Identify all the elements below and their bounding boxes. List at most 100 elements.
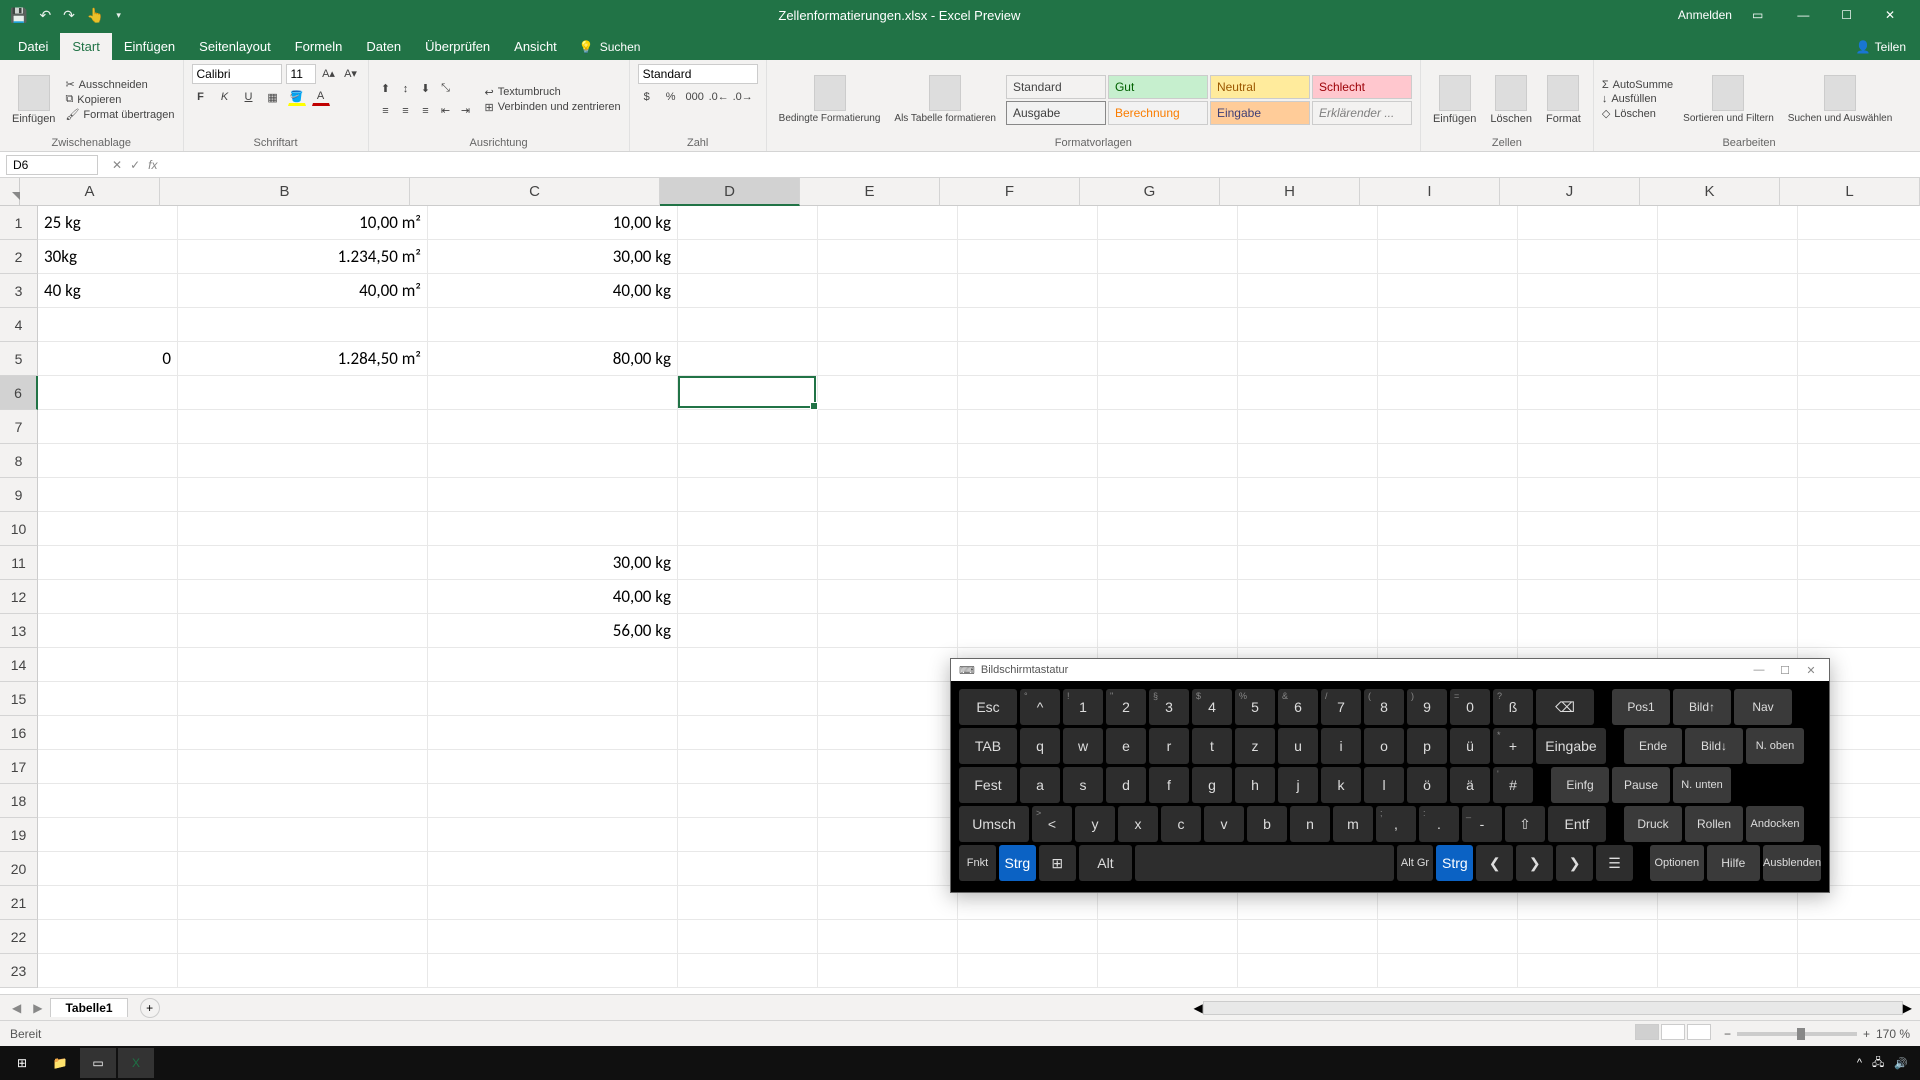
- cell[interactable]: [178, 716, 428, 750]
- page-break-view-icon[interactable]: [1687, 1024, 1711, 1040]
- cell[interactable]: [678, 954, 818, 988]
- osk-key[interactable]: Druck: [1624, 806, 1682, 842]
- cell[interactable]: [428, 682, 678, 716]
- osk-key[interactable]: ❮: [1476, 845, 1513, 881]
- zoom-slider[interactable]: [1737, 1032, 1857, 1036]
- osk-key[interactable]: ß?: [1493, 689, 1533, 725]
- ribbon-display-icon[interactable]: ▭: [1752, 8, 1763, 22]
- fx-icon[interactable]: fx: [148, 158, 157, 172]
- style-schlecht[interactable]: Schlecht: [1312, 75, 1412, 99]
- osk-maximize[interactable]: ☐: [1775, 664, 1795, 677]
- cell[interactable]: [958, 308, 1098, 342]
- zoom-level[interactable]: 170 %: [1876, 1027, 1910, 1041]
- column-header[interactable]: I: [1360, 178, 1500, 206]
- cell[interactable]: [678, 716, 818, 750]
- osk-key[interactable]: 2": [1106, 689, 1146, 725]
- cell[interactable]: [38, 444, 178, 478]
- osk-key[interactable]: ❯: [1556, 845, 1593, 881]
- copy-button[interactable]: ⧉Kopieren: [65, 93, 174, 106]
- cell[interactable]: [1798, 410, 1920, 444]
- row-header[interactable]: 22: [0, 920, 38, 954]
- cell[interactable]: [678, 410, 818, 444]
- sheet-tab[interactable]: Tabelle1: [50, 998, 127, 1017]
- cell[interactable]: [1378, 206, 1518, 240]
- bold-button[interactable]: F: [192, 88, 210, 106]
- osk-key[interactable]: q: [1020, 728, 1060, 764]
- column-header[interactable]: B: [160, 178, 410, 206]
- cell[interactable]: [818, 852, 958, 886]
- cell[interactable]: [818, 682, 958, 716]
- page-layout-view-icon[interactable]: [1661, 1024, 1685, 1040]
- osk-key[interactable]: c: [1161, 806, 1201, 842]
- osk-key[interactable]: Hilfe: [1707, 845, 1761, 881]
- tab-seitenlayout[interactable]: Seitenlayout: [187, 33, 283, 60]
- inc-decimal-icon[interactable]: .0←: [710, 88, 728, 106]
- comma-icon[interactable]: 000: [686, 88, 704, 106]
- cell[interactable]: [678, 920, 818, 954]
- cell[interactable]: [1798, 614, 1920, 648]
- row-header[interactable]: 10: [0, 512, 38, 546]
- cell[interactable]: [178, 886, 428, 920]
- cell[interactable]: [958, 512, 1098, 546]
- save-icon[interactable]: 💾: [10, 7, 27, 24]
- cell[interactable]: [38, 478, 178, 512]
- cell[interactable]: [1238, 444, 1378, 478]
- row-header[interactable]: 18: [0, 784, 38, 818]
- increase-font-icon[interactable]: A▴: [320, 64, 338, 82]
- style-gut[interactable]: Gut: [1108, 75, 1208, 99]
- osk-key[interactable]: <>: [1032, 806, 1072, 842]
- cell[interactable]: [1098, 240, 1238, 274]
- cell[interactable]: [818, 886, 958, 920]
- osk-key[interactable]: u: [1278, 728, 1318, 764]
- osk-key[interactable]: g: [1192, 767, 1232, 803]
- cell[interactable]: 40,00 kg: [428, 580, 678, 614]
- format-as-table-button[interactable]: Als Tabelle formatieren: [890, 73, 1000, 126]
- cell[interactable]: [1518, 512, 1658, 546]
- row-header[interactable]: 19: [0, 818, 38, 852]
- insert-cells-button[interactable]: Einfügen: [1429, 73, 1480, 127]
- osk-key[interactable]: d: [1106, 767, 1146, 803]
- cell[interactable]: [958, 580, 1098, 614]
- wrap-text-button[interactable]: ↩Textumbruch: [485, 86, 621, 99]
- cell[interactable]: [178, 648, 428, 682]
- cell[interactable]: [958, 206, 1098, 240]
- osk-key[interactable]: N. unten: [1673, 767, 1731, 803]
- cell[interactable]: [1518, 444, 1658, 478]
- osk-key[interactable]: [1135, 845, 1393, 881]
- minimize-button[interactable]: —: [1783, 8, 1823, 22]
- column-header[interactable]: E: [800, 178, 940, 206]
- cell[interactable]: [1798, 546, 1920, 580]
- cell[interactable]: [1238, 240, 1378, 274]
- cell[interactable]: [1518, 920, 1658, 954]
- tray-chevron-icon[interactable]: ^: [1857, 1057, 1862, 1069]
- cell[interactable]: [678, 478, 818, 512]
- italic-button[interactable]: K: [216, 88, 234, 106]
- cell[interactable]: [1658, 410, 1798, 444]
- osk-key[interactable]: 7/: [1321, 689, 1361, 725]
- cell[interactable]: [1518, 308, 1658, 342]
- cell[interactable]: [38, 376, 178, 410]
- cell[interactable]: [428, 886, 678, 920]
- osk-key[interactable]: 8(: [1364, 689, 1404, 725]
- cell[interactable]: [38, 750, 178, 784]
- cell[interactable]: [1238, 512, 1378, 546]
- cell[interactable]: [958, 376, 1098, 410]
- cell[interactable]: 56,00 kg: [428, 614, 678, 648]
- cell[interactable]: [818, 648, 958, 682]
- osk-key[interactable]: h: [1235, 767, 1275, 803]
- cell[interactable]: [178, 444, 428, 478]
- cell[interactable]: 30,00 kg: [428, 546, 678, 580]
- cell[interactable]: [1378, 240, 1518, 274]
- osk-key[interactable]: y: [1075, 806, 1115, 842]
- osk-close[interactable]: ✕: [1801, 664, 1821, 677]
- sheet-nav-next[interactable]: ▶: [29, 1001, 46, 1015]
- row-header[interactable]: 15: [0, 682, 38, 716]
- row-header[interactable]: 11: [0, 546, 38, 580]
- style-standard[interactable]: Standard: [1006, 75, 1106, 99]
- orientation-icon[interactable]: ⤡: [437, 80, 455, 98]
- dec-decimal-icon[interactable]: .0→: [734, 88, 752, 106]
- cell[interactable]: [178, 818, 428, 852]
- cell[interactable]: [1098, 512, 1238, 546]
- cell[interactable]: [958, 546, 1098, 580]
- formula-input[interactable]: [165, 156, 1920, 174]
